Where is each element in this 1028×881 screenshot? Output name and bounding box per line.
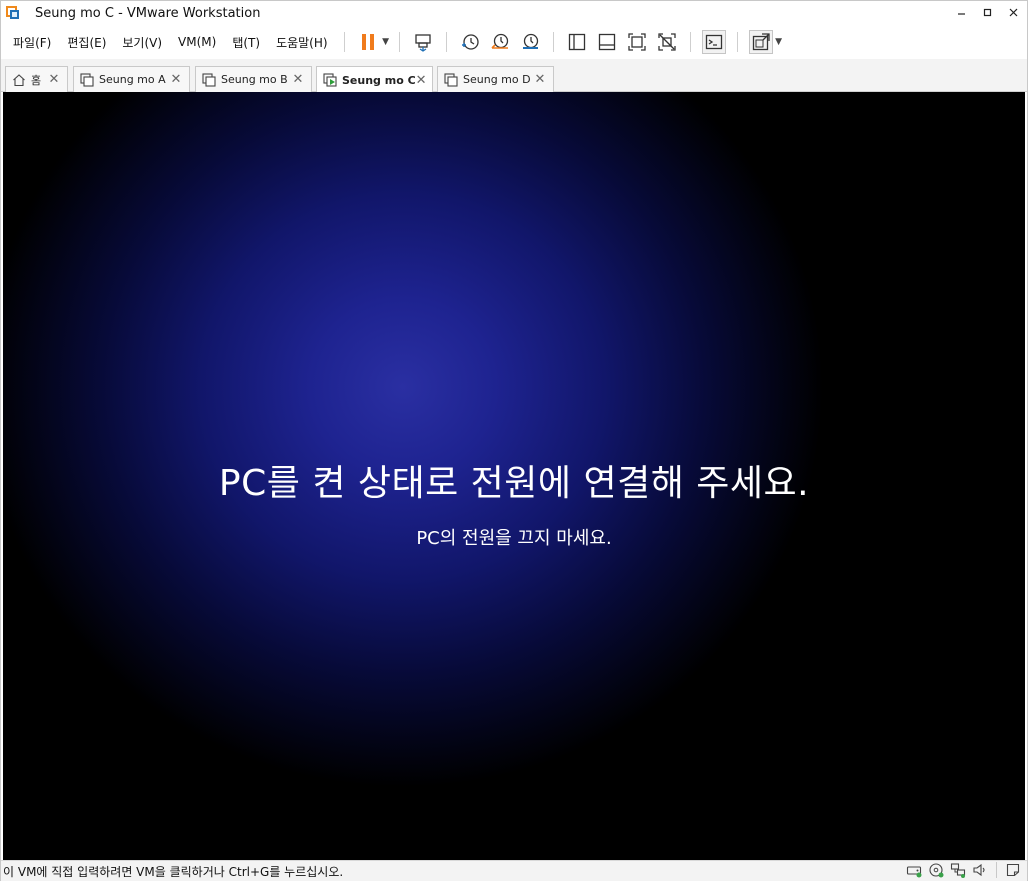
snapshot-icon <box>461 34 479 50</box>
thumbnail-bar-icon <box>598 33 615 51</box>
console-view-button[interactable] <box>701 30 726 54</box>
pause-icon <box>361 34 374 50</box>
vm-icon <box>444 72 458 87</box>
tab-label: 홈 <box>31 73 42 87</box>
tab-label: Seung mo C <box>342 73 416 87</box>
tab-seung-mo-a[interactable]: Seung mo A ✕ <box>73 66 190 92</box>
tab-close-button[interactable]: ✕ <box>291 72 305 87</box>
window-title: Seung mo C - VMware Workstation <box>35 5 261 21</box>
toolbar-separator <box>552 32 554 52</box>
unity-button[interactable] <box>655 30 679 54</box>
device-status-icons <box>906 862 1021 878</box>
message-log-icon[interactable] <box>1005 862 1021 878</box>
toolbar-separator <box>736 32 738 52</box>
toolbar-separator <box>445 32 447 52</box>
vm-console-screen[interactable]: PC를 켠 상태로 전원에 연결해 주세요. PC의 전원을 끄지 마세요. <box>3 92 1025 860</box>
tab-label: Seung mo D <box>463 73 531 86</box>
stretch-dropdown-button[interactable]: ▼ <box>774 30 784 54</box>
title-bar: Seung mo C - VMware Workstation <box>1 1 1027 25</box>
home-icon <box>12 73 26 87</box>
send-ctrl-alt-del-button[interactable] <box>411 30 435 54</box>
vmware-window: Seung mo C - VMware Workstation 파일(F) 편집… <box>0 0 1028 881</box>
full-screen-icon <box>627 33 646 51</box>
tab-bar: 홈 ✕ Seung mo A ✕ Seung mo B ✕ Seung mo C… <box>1 59 1027 93</box>
maximize-icon <box>983 8 992 17</box>
unity-icon <box>657 33 676 51</box>
vm-setup-heading: PC를 켠 상태로 전원에 연결해 주세요. <box>218 463 810 504</box>
vm-icon <box>80 72 94 87</box>
thumbnail-bar-button[interactable] <box>595 30 619 54</box>
network-icon[interactable] <box>950 862 966 878</box>
console-view-icon <box>705 34 722 50</box>
cd-dvd-icon[interactable] <box>928 862 944 878</box>
revert-snapshot-icon <box>491 33 508 49</box>
send-ctrl-alt-del-icon <box>414 34 431 52</box>
tab-close-button[interactable]: ✕ <box>169 72 183 87</box>
stretch-guest-icon <box>752 33 770 51</box>
menu-toolbar: 파일(F) 편집(E) 보기(V) VM(M) 탭(T) 도움말(H) ▼ ▼ <box>1 25 1027 59</box>
tab-close-button[interactable]: ✕ <box>47 72 61 87</box>
status-bar: 이 VM에 직접 입력하려면 VM을 클릭하거나 Ctrl+G를 누르십시오. <box>1 860 1027 881</box>
stretch-guest-button[interactable] <box>748 30 773 54</box>
tab-label: Seung mo A <box>99 73 166 86</box>
vm-running-icon <box>323 73 337 87</box>
sound-icon[interactable] <box>972 862 988 878</box>
menu-help[interactable]: 도움말(H) <box>268 25 336 59</box>
menu-edit[interactable]: 편집(E) <box>59 25 114 59</box>
close-button[interactable] <box>1001 1 1027 25</box>
full-screen-button[interactable] <box>625 30 649 54</box>
menu-file[interactable]: 파일(F) <box>1 25 59 59</box>
snapshot-manager-icon <box>522 33 538 49</box>
pause-button[interactable] <box>356 30 380 54</box>
library-view-icon <box>568 33 585 51</box>
window-controls <box>949 1 1027 25</box>
minimize-icon <box>958 13 965 15</box>
close-icon <box>1009 8 1018 17</box>
tab-close-button[interactable]: ✕ <box>533 72 547 87</box>
tab-seung-mo-c[interactable]: Seung mo C ✕ <box>316 66 433 93</box>
menu-vm[interactable]: VM(M) <box>170 25 224 59</box>
menu-tabs[interactable]: 탭(T) <box>224 25 268 59</box>
tab-close-button[interactable]: ✕ <box>416 73 427 88</box>
vm-icon <box>202 72 216 87</box>
menu-view[interactable]: 보기(V) <box>114 25 170 59</box>
minimize-button[interactable] <box>949 1 975 25</box>
show-library-button[interactable] <box>565 30 589 54</box>
snapshot-manager-button[interactable] <box>518 30 542 54</box>
take-snapshot-button[interactable] <box>458 30 482 54</box>
tab-seung-mo-d[interactable]: Seung mo D ✕ <box>437 66 554 92</box>
status-separator <box>996 862 997 878</box>
revert-snapshot-button[interactable] <box>488 30 512 54</box>
vm-setup-subheading: PC의 전원을 끄지 마세요. <box>416 528 612 549</box>
power-dropdown-button[interactable]: ▼ <box>381 30 391 54</box>
tab-home[interactable]: 홈 ✕ <box>5 66 68 92</box>
status-message: 이 VM에 직접 입력하려면 VM을 클릭하거나 Ctrl+G를 누르십시오. <box>3 864 344 879</box>
toolbar-separator <box>343 32 345 52</box>
maximize-button[interactable] <box>975 1 1001 25</box>
hard-disk-icon[interactable] <box>906 862 922 878</box>
tab-seung-mo-b[interactable]: Seung mo B ✕ <box>195 66 312 92</box>
toolbar-separator <box>398 32 400 52</box>
toolbar-separator <box>689 32 691 52</box>
tab-label: Seung mo B <box>221 73 288 86</box>
vmware-logo-icon <box>5 5 21 21</box>
